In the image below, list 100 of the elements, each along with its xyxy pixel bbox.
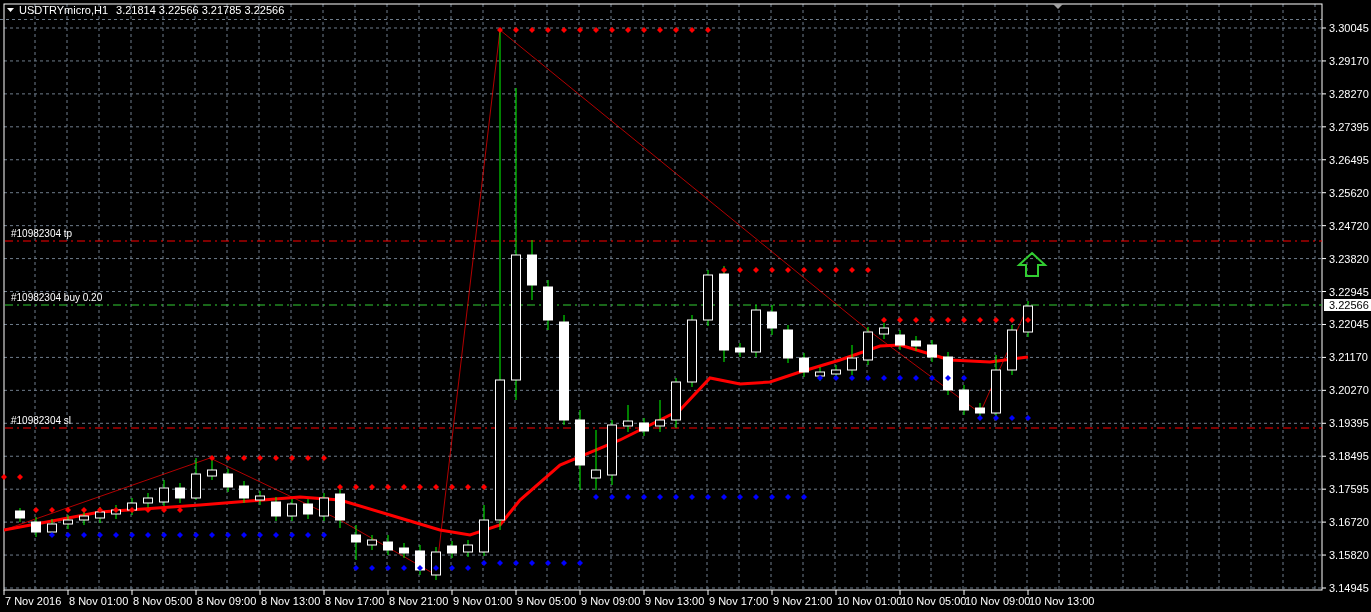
time-label: 9 Nov 09:00 [581, 595, 641, 607]
candle [879, 322, 889, 340]
candle [767, 304, 777, 336]
candle [63, 514, 73, 530]
order-line[interactable] [4, 427, 1323, 429]
candle [287, 498, 297, 522]
candle [703, 269, 713, 327]
candle [671, 377, 681, 429]
candle [975, 402, 985, 419]
time-label: 8 Nov 17:00 [325, 595, 385, 607]
candle [847, 344, 857, 376]
candle [383, 534, 393, 556]
candle [639, 417, 649, 437]
candle [799, 352, 809, 378]
candle [623, 404, 633, 433]
price-label: 3.22945 [1329, 285, 1369, 298]
price-label: 3.22045 [1329, 318, 1369, 331]
order-label: #10982304 buy 0.20 [11, 292, 103, 303]
candle [655, 399, 665, 433]
candle [431, 546, 441, 581]
time-label: 9 Nov 13:00 [645, 595, 705, 607]
time-label: 9 Nov 01:00 [453, 595, 513, 607]
candle [815, 366, 825, 382]
candle [959, 384, 969, 416]
candle [143, 492, 153, 509]
order-line[interactable] [4, 304, 1323, 306]
candle [1007, 324, 1017, 376]
order-label: #10982304 tp [11, 228, 73, 239]
candle [207, 459, 217, 481]
candle [591, 429, 601, 491]
candle [351, 524, 361, 561]
candle [223, 468, 233, 493]
time-label: 8 Nov 05:00 [133, 595, 193, 607]
candle [303, 498, 313, 520]
price-label: 3.28270 [1329, 87, 1369, 100]
candle [127, 497, 137, 516]
candle [863, 326, 873, 366]
time-label: 10 Nov 09:00 [965, 595, 1031, 607]
time-label: 8 Nov 13:00 [261, 595, 321, 607]
time-label: 9 Nov 21:00 [773, 595, 833, 607]
candle [271, 496, 281, 522]
candle [399, 542, 409, 559]
time-label: 8 Nov 09:00 [197, 595, 257, 607]
ohlc-label: 3.21814 3.22566 3.21785 3.22566 [116, 4, 285, 16]
price-label: 3.20270 [1329, 384, 1369, 397]
current-price-tag: 3.22566 [1324, 299, 1371, 311]
candle [15, 507, 25, 523]
candle [895, 329, 905, 351]
price-label: 3.21170 [1329, 351, 1368, 364]
price-label: 3.15820 [1329, 549, 1369, 562]
candle [191, 457, 201, 501]
time-label: 7 Nov 2016 [5, 595, 62, 607]
time-label: 9 Nov 17:00 [709, 595, 769, 607]
order-label: #10982304 sl [11, 415, 72, 426]
candle [751, 304, 761, 358]
time-label: 10 Nov 13:00 [1029, 595, 1095, 607]
price-label: 3.29170 [1329, 54, 1369, 67]
triangle-marker-icon[interactable] [1053, 4, 1063, 9]
candle [415, 544, 425, 576]
symbol-label: USDTRYmicro,H1 [19, 4, 109, 16]
candle [479, 504, 489, 557]
candle [319, 492, 329, 522]
candle [239, 480, 249, 504]
candle [943, 351, 953, 396]
price-label: 3.14945 [1329, 582, 1369, 594]
up-arrow-icon [1016, 251, 1048, 277]
candle [175, 482, 185, 504]
candle [31, 516, 41, 538]
price-label: 3.16720 [1329, 516, 1369, 529]
price-label: 3.24720 [1329, 219, 1369, 232]
candle [735, 342, 745, 358]
price-label: 3.18495 [1329, 450, 1369, 463]
time-label: 9 Nov 05:00 [517, 595, 577, 607]
candle [543, 279, 553, 331]
candle [95, 506, 105, 524]
candle [527, 239, 537, 301]
candle [607, 419, 617, 486]
price-label: 3.27395 [1329, 120, 1369, 133]
price-label: 3.25620 [1329, 186, 1369, 199]
candle [991, 354, 1001, 419]
price-label: 3.23820 [1329, 252, 1369, 265]
candle [1023, 300, 1033, 338]
candle [79, 510, 89, 526]
time-label: 8 Nov 21:00 [389, 595, 449, 607]
price-label: 3.19395 [1329, 417, 1369, 430]
candle [927, 339, 937, 363]
candle [463, 539, 473, 558]
price-label: 3.30045 [1329, 22, 1369, 34]
time-label: 10 Nov 01:00 [837, 595, 903, 607]
price-label: 3.17595 [1329, 483, 1369, 496]
candle [783, 324, 793, 364]
price-label: 3.26495 [1329, 153, 1369, 166]
candle [159, 479, 169, 507]
candle [447, 540, 457, 559]
candle [255, 490, 265, 506]
caret-icon[interactable] [7, 8, 14, 12]
candle [111, 504, 121, 520]
time-label: 10 Nov 05:00 [901, 595, 967, 607]
time-label: 8 Nov 01:00 [69, 595, 129, 607]
candle [367, 534, 377, 551]
